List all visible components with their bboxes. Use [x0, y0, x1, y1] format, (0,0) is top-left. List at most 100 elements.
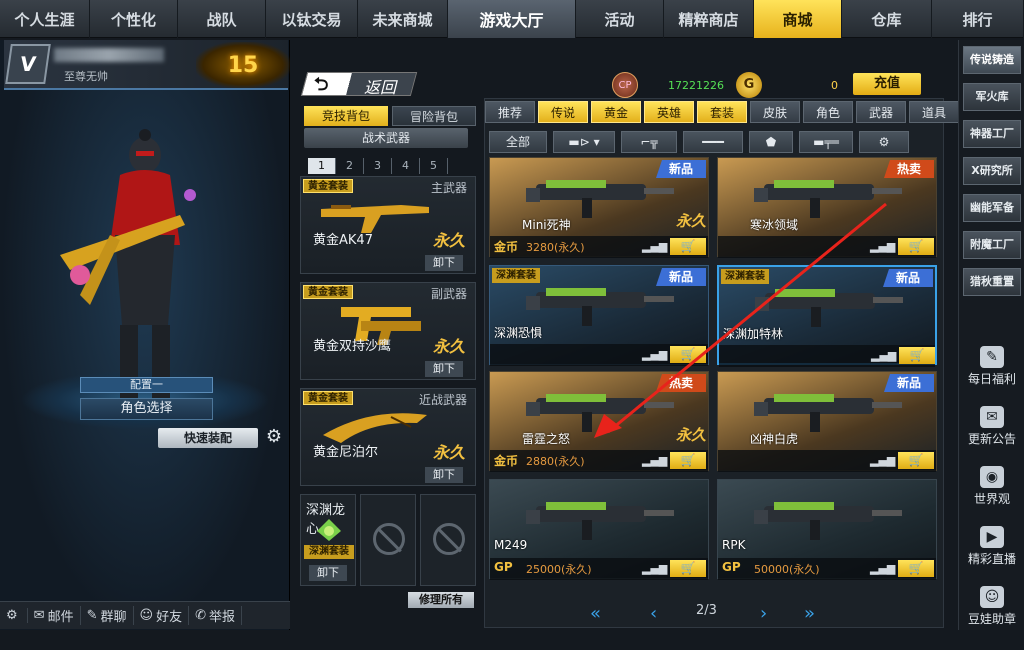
dragon-heart-slot[interactable]: 深渊龙心 深渊套装 卸下	[300, 494, 356, 586]
cart-icon[interactable]: 🛒	[898, 560, 934, 577]
nav-tab[interactable]: 排行	[932, 0, 1024, 38]
bag-page-tab[interactable]: 1	[308, 158, 336, 174]
shop-tab[interactable]: 黄金	[591, 101, 641, 123]
prev-page-icon[interactable]: ‹	[650, 603, 657, 624]
config-label[interactable]: 配置一	[80, 377, 213, 393]
role-select-button[interactable]: 角色选择	[80, 398, 213, 420]
item-name: 雷霆之怒	[522, 432, 571, 446]
pagination: « ‹ 2/3 › »	[590, 603, 840, 624]
weapon-filter[interactable]: ⌐╦	[621, 131, 677, 153]
shop-tab[interactable]: 套装	[697, 101, 747, 123]
social-bar: ⚙ ✉ 邮件 ✎ 群聊 ☺ 好友 ✆ 举报	[0, 601, 290, 629]
character-panel: V 至尊无帅 15 配置一 角色选择 快速装配 ⚙	[0, 40, 290, 630]
weapon-filter-bar: 全部 ▬⊳ ▾ ⌐╦ ━━━ ⬟ ▬╤═ ⚙	[489, 131, 915, 153]
quick-equip-button[interactable]: 快速装配	[158, 428, 258, 448]
nav-tab[interactable]: 商城	[754, 0, 842, 38]
weapon-slot[interactable]: 黄金套装 副武器 黄金双持沙鹰 永久 卸下	[300, 282, 476, 380]
cp-balance: 17221226	[668, 79, 724, 92]
social-label: 群聊	[100, 610, 127, 625]
side-feature-button[interactable]: ✎ 每日福利	[961, 346, 1023, 387]
gold-suit-tag: 黄金套装	[303, 179, 353, 193]
weapon-name: 黄金AK47	[313, 233, 373, 248]
weapon-slot[interactable]: 黄金套装 主武器 黄金AK47 永久 卸下	[300, 176, 476, 274]
tab-competitive-bag[interactable]: 竞技背包	[304, 106, 388, 126]
bag-page-tab[interactable]: 3	[364, 158, 392, 174]
side-feature-button[interactable]: ✉ 更新公告	[961, 406, 1023, 447]
empty-slot[interactable]	[360, 494, 416, 586]
gold-coin-icon: G	[736, 72, 762, 98]
social-button[interactable]: ✎ 群聊	[81, 606, 134, 625]
social-button[interactable]: ☺ 好友	[134, 606, 190, 625]
social-button[interactable]: ✆ 举报	[189, 606, 242, 625]
shop-item-card[interactable]: M249 GP 25000(永久) ▂▄▆ 🛒	[489, 479, 709, 580]
shop-tab[interactable]: 皮肤	[750, 101, 800, 123]
tactical-weapons-button[interactable]: 战术武器	[304, 128, 468, 148]
cart-icon[interactable]: 🛒	[899, 347, 935, 364]
currency-label: GP	[722, 560, 741, 574]
unload-button[interactable]: 卸下	[425, 467, 463, 483]
weapon-filter[interactable]: ▬⊳ ▾	[553, 131, 615, 153]
nav-tab[interactable]: 精粹商店	[664, 0, 754, 38]
tab-adventure-bag[interactable]: 冒险背包	[392, 106, 476, 126]
filter-all[interactable]: 全部	[489, 131, 547, 153]
back-label[interactable]: 返回	[364, 74, 396, 98]
side-feature-button[interactable]: ▶ 精彩直播	[961, 526, 1023, 567]
nav-tab[interactable]: 游戏大厅	[448, 0, 576, 38]
nav-tab[interactable]: 个人生涯	[0, 0, 90, 38]
weapon-filter[interactable]: ▬╤═	[799, 131, 853, 153]
shop-tab[interactable]: 英雄	[644, 101, 694, 123]
side-feature-button[interactable]: ◉ 世界观	[961, 466, 1023, 507]
unload-button[interactable]: 卸下	[309, 565, 347, 581]
unload-button[interactable]: 卸下	[425, 255, 463, 271]
bag-page-tab[interactable]: 4	[392, 158, 420, 174]
side-feature-button[interactable]: ☺ 豆娃助章	[961, 586, 1023, 627]
social-label: 举报	[208, 610, 235, 625]
item-price: 25000(永久)	[526, 563, 592, 576]
next-page-icon[interactable]: ›	[760, 603, 767, 624]
nav-tab[interactable]: 战队	[178, 0, 266, 38]
nav-tab[interactable]: 活动	[576, 0, 664, 38]
nav-tab[interactable]: 个性化	[90, 0, 178, 38]
last-page-icon[interactable]: »	[804, 603, 815, 624]
nav-tab[interactable]: 未来商城	[358, 0, 448, 38]
weapon-filter[interactable]: ⬟	[749, 131, 793, 153]
right-menu-button[interactable]: 附魔工厂	[963, 231, 1021, 259]
shop-tab[interactable]: 角色	[803, 101, 853, 123]
shop-tab[interactable]: 道具	[909, 101, 959, 123]
settings-button[interactable]: ⚙	[0, 608, 28, 623]
item-price: 50000(永久)	[754, 563, 820, 576]
cart-icon[interactable]: 🛒	[898, 238, 934, 255]
feature-icon: ✎	[980, 346, 1004, 368]
shop-item-card[interactable]: RPK GP 50000(永久) ▂▄▆ 🛒	[717, 479, 937, 580]
recharge-button[interactable]: 充值	[853, 73, 921, 95]
weapon-filter[interactable]: ━━━	[683, 131, 743, 153]
gear-icon[interactable]: ⚙	[859, 131, 909, 153]
first-page-icon[interactable]: «	[590, 603, 601, 624]
nav-tab[interactable]: 以钛交易	[266, 0, 358, 38]
back-arrow-icon[interactable]: ⮌	[314, 72, 328, 102]
gear-icon[interactable]: ⚙	[263, 426, 285, 448]
empty-slot[interactable]	[420, 494, 476, 586]
right-menu-button[interactable]: 神器工厂	[963, 120, 1021, 148]
nav-tab[interactable]: 仓库	[842, 0, 932, 38]
right-menu-button[interactable]: 幽能军备	[963, 194, 1021, 222]
shop-tab[interactable]: 武器	[856, 101, 906, 123]
bag-page-tab[interactable]: 5	[420, 158, 448, 174]
weapon-slot[interactable]: 黄金套装 近战武器 黄金尼泊尔 永久 卸下	[300, 388, 476, 486]
item-badge: 新品	[883, 269, 933, 287]
shop-tab[interactable]: 传说	[538, 101, 588, 123]
unload-button[interactable]: 卸下	[425, 361, 463, 377]
right-menu-button[interactable]: 猎秋重置	[963, 268, 1021, 296]
social-button[interactable]: ✉ 邮件	[28, 606, 81, 625]
right-menu-button[interactable]: X研究所	[963, 157, 1021, 185]
right-menu-button[interactable]: 军火库	[963, 83, 1021, 111]
feature-label: 更新公告	[967, 432, 1016, 446]
repair-all-button[interactable]: 修理所有	[408, 592, 474, 608]
right-menu-button[interactable]: 传说铸造	[963, 46, 1021, 74]
cart-icon[interactable]: 🛒	[670, 560, 706, 577]
shop-tab[interactable]: 推荐	[485, 101, 535, 123]
cart-icon[interactable]: 🛒	[670, 452, 706, 469]
rank-name: 至尊无帅	[64, 70, 108, 83]
bag-page-tab[interactable]: 2	[336, 158, 364, 174]
cart-icon[interactable]: 🛒	[898, 452, 934, 469]
